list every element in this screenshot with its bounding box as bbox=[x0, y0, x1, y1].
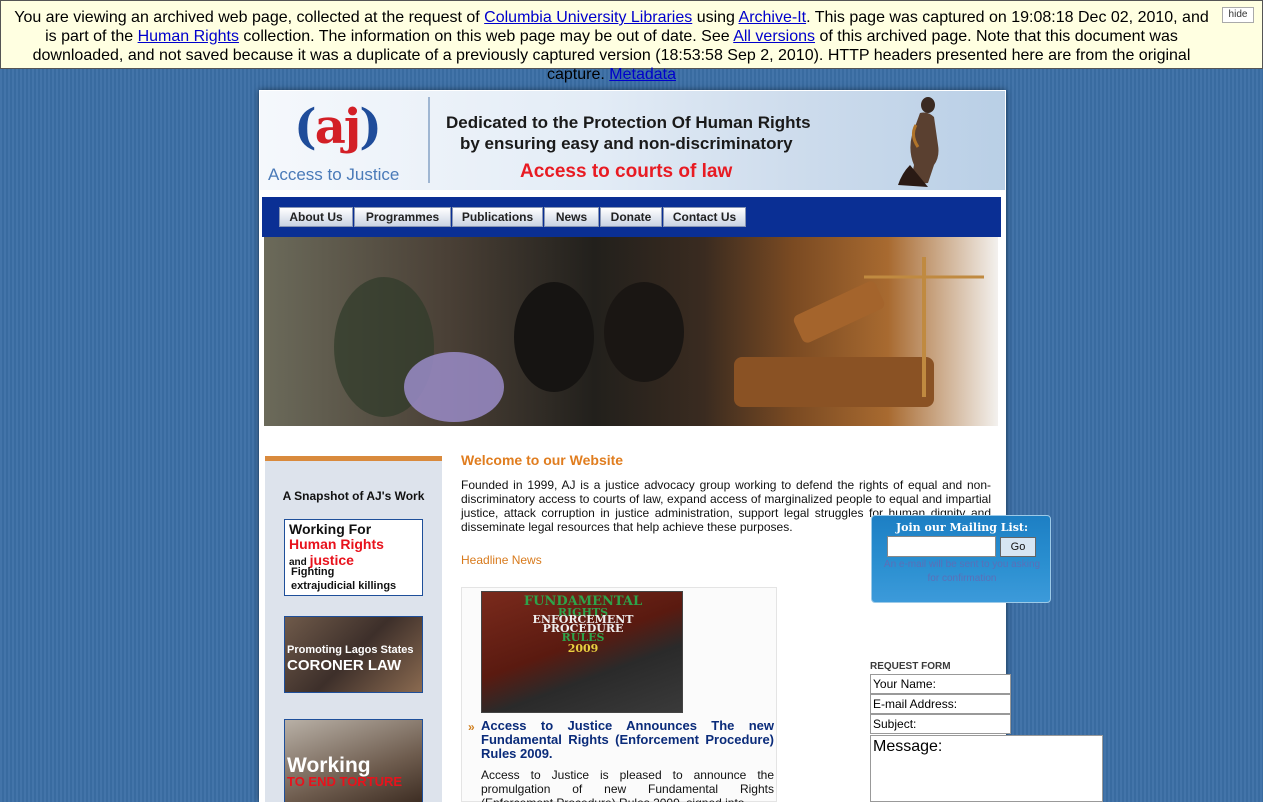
sidebar-title: A Snapshot of AJ's Work bbox=[282, 489, 425, 503]
news-bullet-icon: » bbox=[468, 720, 475, 734]
archive-text-2: using bbox=[692, 9, 739, 26]
tile-human-rights[interactable]: Working For Human Rights and justice Fig… bbox=[284, 519, 423, 596]
news-box: FUNDAMENTAL RIGHTS ENFORCEMENT PROCEDURE… bbox=[461, 587, 777, 802]
news-headline-link[interactable]: Access to Justice Announces The new Fund… bbox=[481, 719, 774, 761]
hero-banner-image bbox=[264, 237, 998, 426]
nav-donate[interactable]: Donate bbox=[600, 207, 662, 227]
tagline-line-3: Access to courts of law bbox=[520, 161, 733, 182]
aj-logo[interactable]: (aj) bbox=[294, 99, 382, 155]
logo-paren-close: ) bbox=[359, 99, 382, 155]
logo-paren-open: ( bbox=[294, 99, 317, 155]
logo-aj: aj bbox=[314, 99, 361, 155]
nav-programmes[interactable]: Programmes bbox=[354, 207, 451, 227]
tagline-line-2: by ensuring easy and non-discriminatory bbox=[460, 134, 793, 153]
mailing-note: An e-mail will be sent to you asking for… bbox=[883, 559, 1041, 584]
main-nav: About Us Programmes Publications News Do… bbox=[262, 197, 1001, 237]
archive-it-link[interactable]: Archive-It bbox=[739, 9, 807, 26]
headline-news-label: Headline News bbox=[461, 553, 542, 567]
logo-text: Access to Justice bbox=[268, 165, 400, 184]
news-image-book-cover[interactable]: FUNDAMENTAL RIGHTS ENFORCEMENT PROCEDURE… bbox=[481, 591, 683, 713]
tile1-line5: extrajudicial killings bbox=[291, 580, 397, 592]
header-divider bbox=[428, 97, 430, 183]
tile1-line1: Working For bbox=[289, 521, 372, 537]
tagline-line-1: Dedicated to the Protection Of Human Rig… bbox=[446, 113, 811, 132]
hero-illustration bbox=[334, 257, 984, 422]
mailing-go-button[interactable]: Go bbox=[1000, 537, 1036, 557]
tile-coroner-law[interactable]: Promoting Lagos States CORONER LAW bbox=[284, 616, 423, 693]
request-name-field[interactable]: Your Name: bbox=[870, 674, 1011, 694]
tile-end-torture[interactable]: Working TO END TORTURE bbox=[284, 719, 423, 802]
human-rights-collection-link[interactable]: Human Rights bbox=[138, 28, 239, 45]
all-versions-link[interactable]: All versions bbox=[733, 28, 815, 45]
archive-notice-banner: You are viewing an archived web page, co… bbox=[0, 0, 1263, 83]
request-subject-field[interactable]: Subject: bbox=[870, 714, 1011, 734]
news-body: Access to Justice is pleased to announce… bbox=[481, 768, 774, 802]
mailing-email-input[interactable] bbox=[887, 536, 996, 557]
tile2-line1: Promoting Lagos States bbox=[287, 644, 414, 656]
mailing-list-box: Join our Mailing List: Go An e-mail will… bbox=[871, 515, 1051, 603]
nav-about-us[interactable]: About Us bbox=[279, 207, 353, 227]
news-img-line-6: 2009 bbox=[567, 642, 599, 655]
tile1-line4: Fighting bbox=[291, 566, 335, 578]
tile1-line2: Human Rights bbox=[289, 536, 384, 552]
site-header: (aj) Access to Justice Dedicated to the … bbox=[260, 91, 1005, 190]
welcome-title: Welcome to our Website bbox=[461, 452, 624, 468]
archive-text-4: collection. The information on this web … bbox=[238, 28, 734, 45]
nav-publications[interactable]: Publications bbox=[452, 207, 543, 227]
columbia-libraries-link[interactable]: Columbia University Libraries bbox=[484, 9, 692, 26]
left-sidebar: A Snapshot of AJ's Work Working For Huma… bbox=[265, 456, 442, 802]
mailing-list-title: Join our Mailing List: bbox=[895, 521, 1029, 534]
request-message-field[interactable]: Message: bbox=[870, 735, 1103, 802]
nav-news[interactable]: News bbox=[544, 207, 599, 227]
request-email-field[interactable]: E-mail Address: bbox=[870, 694, 1011, 714]
nav-contact-us[interactable]: Contact Us bbox=[663, 207, 746, 227]
tile2-line2: CORONER LAW bbox=[287, 657, 402, 674]
tile3-line2: TO END TORTURE bbox=[287, 774, 403, 789]
metadata-link[interactable]: Metadata bbox=[609, 66, 676, 83]
hide-banner-button[interactable]: hide bbox=[1222, 7, 1254, 23]
archive-text-1: You are viewing an archived web page, co… bbox=[14, 9, 485, 26]
request-form-label: REQUEST FORM bbox=[870, 661, 951, 672]
kneeling-figure-icon bbox=[898, 97, 939, 187]
